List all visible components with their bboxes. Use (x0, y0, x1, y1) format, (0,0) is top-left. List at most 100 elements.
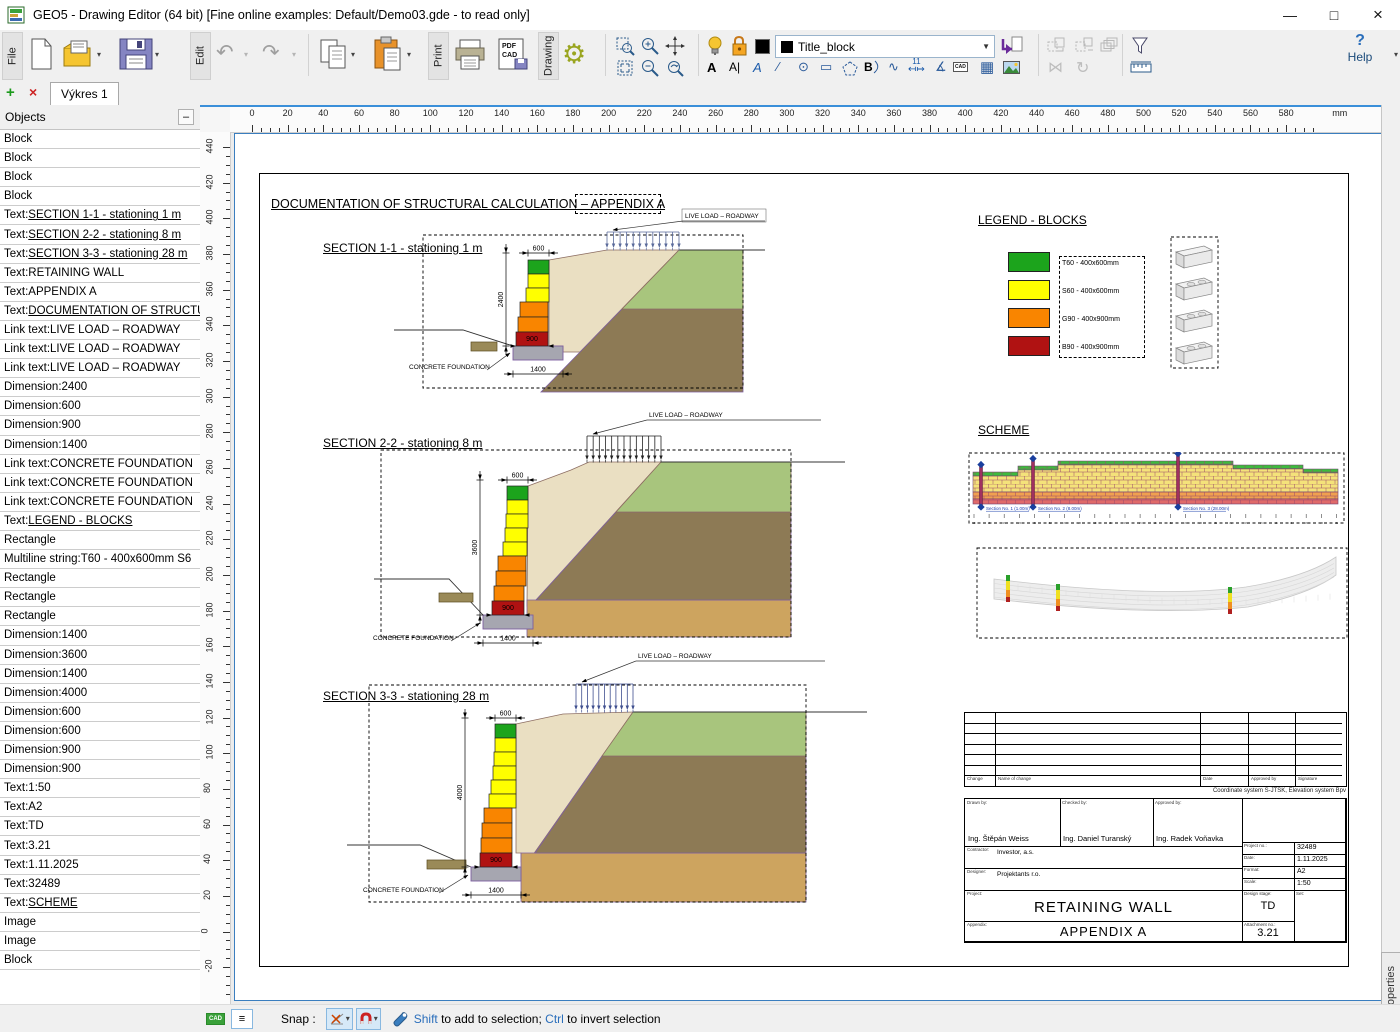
object-list-item[interactable]: Text: SECTION 3-3 - stationing 28 m (0, 244, 200, 264)
undo-button[interactable]: ↶ (216, 42, 234, 63)
open-file-button[interactable]: ▾ (62, 38, 101, 70)
object-list-item[interactable]: Text: SECTION 2-2 - stationing 8 m (0, 225, 200, 245)
object-list-item[interactable]: Text: A2 (0, 798, 200, 818)
object-list-item[interactable]: Multiline string: T60 - 400x600mm S6 (0, 550, 200, 570)
settings-gear-icon[interactable]: ⚙ (562, 39, 586, 70)
save-dropdown-arrow[interactable]: ▾ (155, 50, 159, 59)
object-list-item[interactable]: Dimension: 2400 (0, 378, 200, 398)
object-list-item[interactable]: Rectangle (0, 530, 200, 551)
object-list-item[interactable]: Dimension: 1400 (0, 664, 200, 684)
object-list-item[interactable]: Link text: CONCRETE FOUNDATION (0, 454, 200, 474)
draw-polygon-button[interactable] (842, 61, 858, 76)
add-tab-button[interactable]: + (6, 84, 15, 101)
filter-button[interactable] (1130, 36, 1150, 56)
object-list-item[interactable]: Block (0, 187, 200, 207)
mirror-button[interactable]: ⋈ (1048, 58, 1063, 76)
minimize-button[interactable]: — (1268, 0, 1312, 30)
object-list-item[interactable]: Dimension: 900 (0, 760, 200, 780)
object-list-item[interactable]: Text: 1.11.2025 (0, 855, 200, 875)
paste-button[interactable]: ▾ (372, 36, 411, 72)
print-button[interactable] (453, 37, 487, 71)
paste-dropdown-arrow[interactable]: ▾ (407, 50, 411, 59)
draw-bspline-button[interactable]: B (864, 60, 882, 74)
add-text-button[interactable]: A (707, 60, 716, 75)
copy-object-multi-button[interactable] (1074, 36, 1096, 54)
drawing-viewport[interactable]: DOCUMENTATION OF STRUCTURAL CALCULATION … (230, 132, 1382, 1005)
object-list-item[interactable]: Dimension: 900 (0, 741, 200, 761)
save-button[interactable]: ▾ (118, 37, 159, 71)
dimension-button[interactable]: 11 ↤↦ (908, 57, 925, 74)
object-list-item[interactable]: Text: 1:50 (0, 779, 200, 799)
angle-dimension-button[interactable]: ∡ (935, 60, 947, 73)
drawing-menu-button[interactable]: Drawing (538, 32, 559, 80)
object-list-item[interactable]: Text: SCHEME (0, 893, 200, 913)
object-list-item[interactable]: Image (0, 931, 200, 952)
copy-dropdown-arrow[interactable]: ▾ (351, 50, 355, 59)
help-dropdown-arrow[interactable]: ▾ (1394, 50, 1398, 59)
object-list-item[interactable]: Link text: CONCRETE FOUNDATION (0, 492, 200, 512)
object-list-item[interactable]: Dimension: 4000 (0, 683, 200, 703)
object-list-item[interactable]: Text: 3.21 (0, 836, 200, 856)
measure-button[interactable] (1130, 61, 1152, 74)
cad-mode-badge[interactable]: CAD (206, 1012, 225, 1025)
zoom-window-button[interactable] (615, 36, 635, 56)
undo-dropdown-arrow[interactable]: ▾ (244, 50, 248, 59)
file-menu-button[interactable]: File (2, 32, 23, 80)
object-list-item[interactable]: Text: TD (0, 817, 200, 837)
magnet-snap-button[interactable]: ▾ (355, 1007, 381, 1030)
object-list-item[interactable]: Link text: LIVE LOAD – ROADWAY (0, 320, 200, 341)
move-to-layer-button[interactable] (1000, 35, 1024, 57)
insert-table-button[interactable]: ▦ (980, 60, 994, 75)
zoom-in-button[interactable] (640, 36, 660, 56)
close-tab-button[interactable]: × (29, 84, 37, 100)
color-swatch[interactable] (755, 39, 770, 54)
draw-rectangle-button[interactable]: ▭ (820, 60, 832, 73)
object-list-item[interactable]: Block (0, 149, 200, 169)
object-list-item[interactable]: Dimension: 600 (0, 397, 200, 417)
object-list-item[interactable]: Text: DOCUMENTATION OF STRUCTURAL CALCUL… (0, 301, 200, 321)
layer-visibility-button[interactable] (706, 35, 724, 57)
close-button[interactable]: × (1356, 0, 1400, 30)
draw-circle-button[interactable]: ⊙ (798, 60, 809, 73)
object-list-item[interactable]: Text: APPENDIX A (0, 282, 200, 302)
object-list-item[interactable]: Block (0, 130, 200, 150)
copy-button[interactable]: ▾ (318, 37, 355, 71)
magnet-dropdown[interactable]: ▾ (374, 1014, 378, 1023)
legend-title[interactable]: LEGEND - BLOCKS (978, 213, 1087, 227)
object-list-item[interactable]: Text: 32489 (0, 874, 200, 894)
layer-combobox[interactable]: Title_block ▼ (775, 35, 995, 58)
object-list-item[interactable]: Rectangle (0, 588, 200, 608)
object-list-item[interactable]: Block (0, 168, 200, 188)
edit-text-button[interactable]: A| (729, 60, 740, 74)
snap-mode-dropdown[interactable]: ▾ (346, 1014, 350, 1023)
print-menu-button[interactable]: Print (428, 32, 449, 80)
object-list-item[interactable]: Dimension: 600 (0, 721, 200, 741)
object-list-item[interactable]: Dimension: 1400 (0, 626, 200, 646)
object-list-item[interactable]: Dimension: 1400 (0, 435, 200, 455)
copy-stack-button[interactable] (1098, 36, 1120, 54)
snap-mode-button[interactable]: ▾ (325, 1007, 353, 1030)
object-list-item[interactable]: Text: RETAINING WALL (0, 263, 200, 283)
object-list-item[interactable]: Link text: CONCRETE FOUNDATION (0, 473, 200, 493)
layer-lock-button[interactable] (730, 35, 748, 57)
copy-object-button[interactable] (1046, 36, 1068, 54)
object-list-item[interactable]: Text: LEGEND - BLOCKS (0, 511, 200, 531)
tab-vykres-1[interactable]: Výkres 1 (50, 82, 119, 105)
object-list-item[interactable]: Dimension: 600 (0, 702, 200, 722)
redo-button[interactable]: ↷ (262, 42, 280, 63)
text-style-button[interactable]: A (753, 60, 762, 75)
object-list-item[interactable]: Dimension: 3600 (0, 645, 200, 665)
zoom-previous-button[interactable] (665, 58, 685, 78)
pan-button[interactable] (665, 36, 685, 56)
object-list-item[interactable]: Link text: LIVE LOAD – ROADWAY (0, 340, 200, 360)
zoom-out-button[interactable] (640, 58, 660, 78)
draw-line-button[interactable]: ∕ (777, 60, 779, 73)
layers-list-button[interactable]: ≡ (231, 1008, 253, 1029)
redo-dropdown-arrow[interactable]: ▾ (292, 50, 296, 59)
collapse-panel-button[interactable]: – (178, 109, 194, 125)
object-list-item[interactable]: Dimension: 900 (0, 416, 200, 436)
scheme-title[interactable]: SCHEME (978, 423, 1029, 437)
object-list-item[interactable]: Rectangle (0, 569, 200, 589)
object-list-item[interactable]: Block (0, 951, 200, 971)
layer-combobox-arrow[interactable]: ▼ (982, 42, 990, 51)
